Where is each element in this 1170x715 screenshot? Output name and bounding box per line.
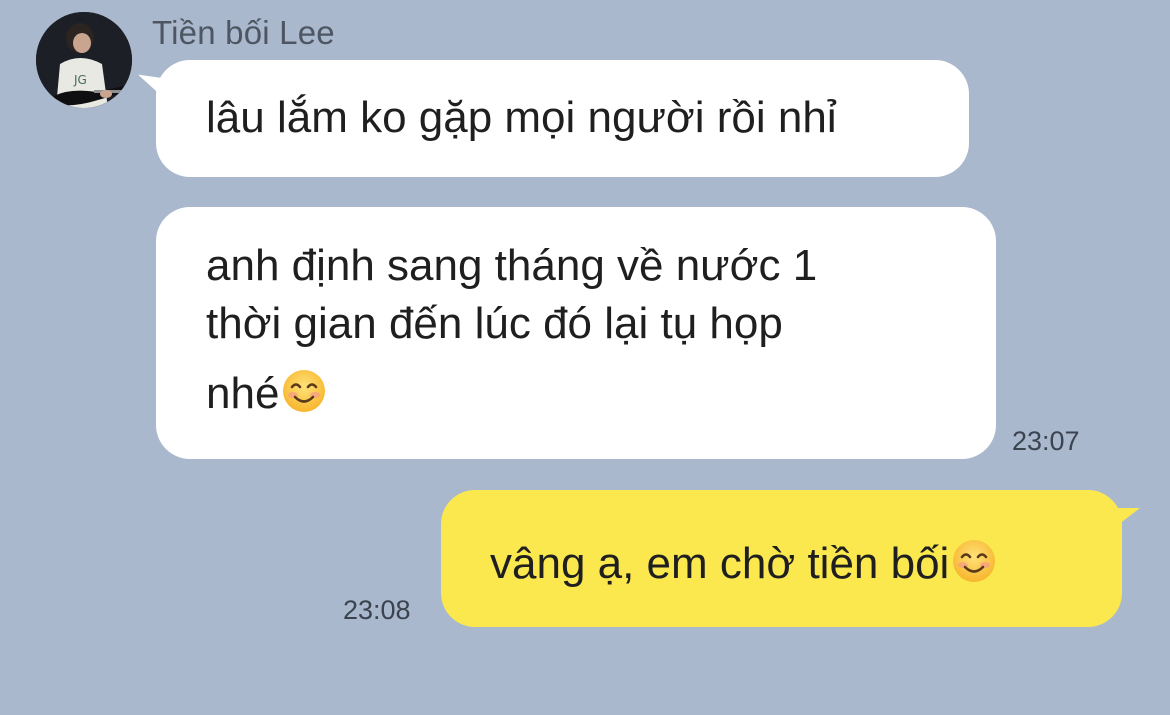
smiling-face-emoji	[953, 540, 996, 582]
svg-text:JG: JG	[73, 73, 87, 87]
sender-avatar[interactable]: JG	[36, 12, 132, 108]
message-text: lâu lắm ko gặp mọi người rồi nhỉ	[206, 93, 837, 142]
message-text-line-with-emoji: nhé	[206, 365, 327, 423]
message-text-line: thời gian đến lúc đó lại tụ họp	[206, 299, 783, 348]
message-bubble-outgoing[interactable]: vâng ạ, em chờ tiền bối	[441, 490, 1122, 627]
person-with-guitar-photo: JG	[36, 12, 132, 108]
message-text-line: nhé	[206, 369, 280, 418]
message-timestamp: 23:07	[1012, 426, 1080, 456]
message-bubble-incoming[interactable]: lâu lắm ko gặp mọi người rồi nhỉ	[156, 60, 969, 177]
smiling-face-emoji	[283, 370, 326, 412]
message-timestamp: 23:08	[343, 595, 411, 625]
message-text-line: anh định sang tháng về nước 1	[206, 241, 818, 290]
message-text: vâng ạ, em chờ tiền bối	[490, 539, 950, 588]
message-bubble-incoming[interactable]: anh định sang tháng về nước 1 thời gian …	[156, 207, 996, 459]
sender-name: Tiền bối Lee	[152, 14, 335, 51]
message-text-line-with-emoji: vâng ạ, em chờ tiền bối	[490, 535, 997, 593]
